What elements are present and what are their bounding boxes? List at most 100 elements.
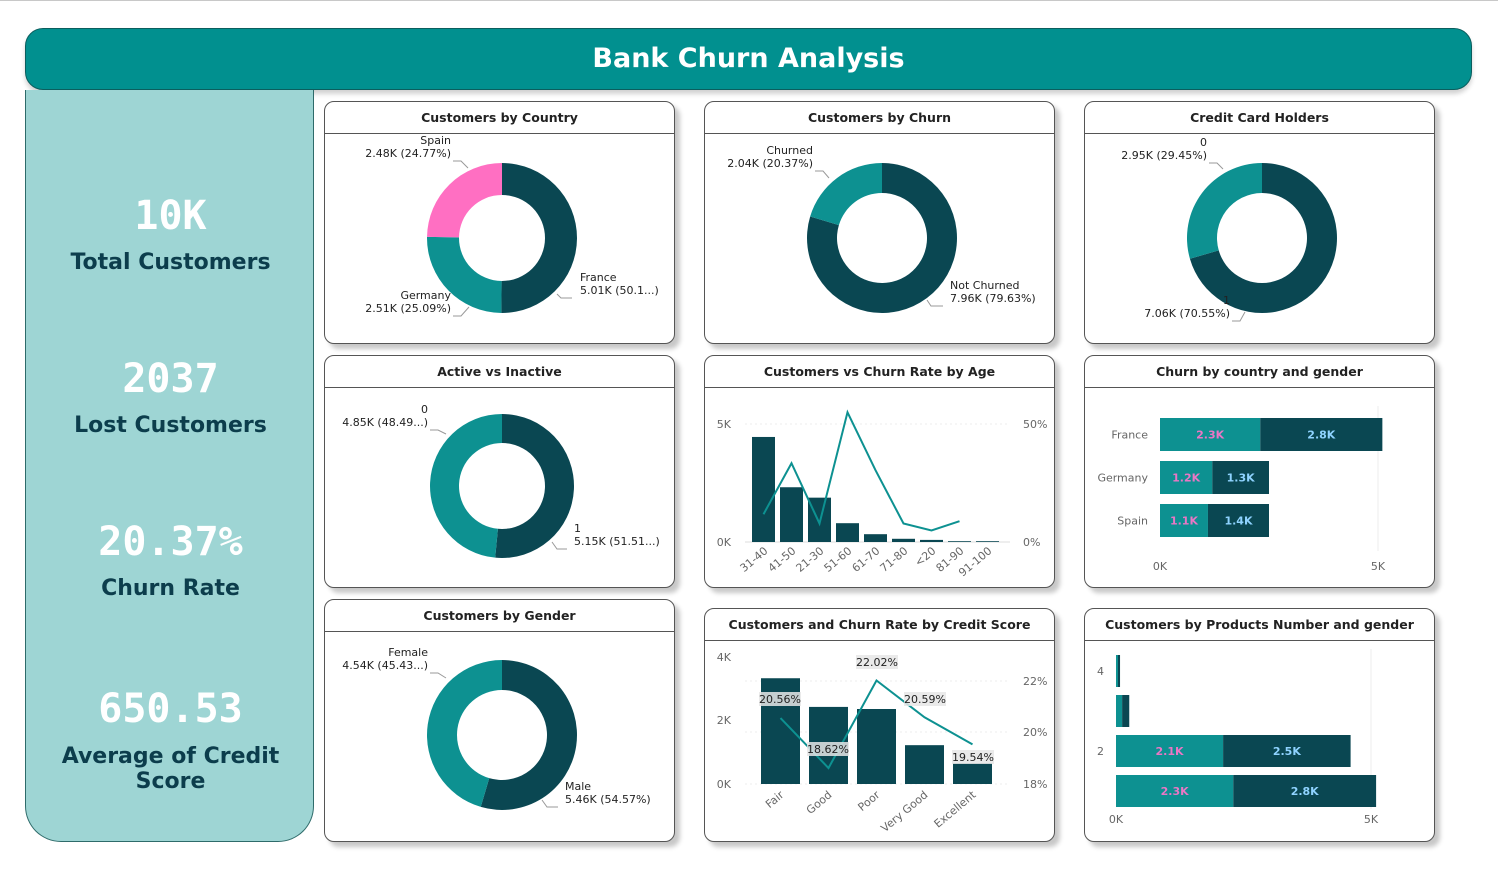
- dashboard-title: Bank Churn Analysis: [592, 43, 905, 74]
- top-divider: [0, 0, 1498, 1]
- x-tick-label: 21-30: [794, 544, 827, 575]
- card-customers-by-country[interactable]: Customers by Country France 5.01K (50.1..…: [324, 101, 675, 344]
- dashboard-header: Bank Churn Analysis: [25, 28, 1472, 90]
- bar-data-label: 1.1K: [1170, 515, 1198, 528]
- slice-category-label: Female: [388, 646, 428, 659]
- kpi-avg-credit-score-value: 650.53: [98, 686, 243, 732]
- slice-value-label: 2.04K (20.37%): [727, 157, 813, 170]
- stacked-bar-segment: [1116, 655, 1118, 687]
- line-data-label: 20.59%: [904, 693, 946, 706]
- y-tick-label: 4K: [717, 651, 732, 664]
- label-leader-line: [556, 293, 572, 299]
- bar-data-label: 2.8K: [1307, 429, 1335, 442]
- x-tick-label: 0K: [1153, 560, 1168, 573]
- line-data-label: 22.02%: [856, 656, 898, 669]
- credit-bar: [953, 763, 992, 784]
- churn-donut-chart: Not Churned7.96K (79.63%) Churned2.04K (2…: [727, 144, 1036, 313]
- active-donut-chart: 15.15K (51.51...) 04.85K (48.49...): [342, 403, 660, 558]
- kpi-churn-rate-label: Churn Rate: [101, 576, 240, 601]
- age-bar: [752, 436, 775, 542]
- slice-category-label: 1: [574, 522, 581, 535]
- credit-score-combo-chart: 4K 2K 0K 22% 20% 18% Fair Good PoorVery Good Exce…: [717, 651, 1048, 835]
- card-customers-by-churn[interactable]: Customers by Churn Not Churned 7.96K (79.…: [704, 101, 1055, 344]
- card-products-by-gender[interactable]: Customers by Products Number and gender …: [1084, 608, 1435, 842]
- slice-category-label: Not Churned: [950, 279, 1019, 292]
- y2-tick-label: 18%: [1023, 778, 1047, 791]
- slice-category-label: Churned: [766, 144, 813, 157]
- kpi-sidebar: 10K Total Customers 2037 Lost Customers …: [25, 90, 314, 842]
- x-tick-label: 31-40: [738, 544, 771, 575]
- bar-data-label: 2.5K: [1273, 745, 1301, 758]
- x-tick-label: Fair: [763, 788, 787, 811]
- slice-value-label: 7.96K (79.63%): [950, 292, 1036, 305]
- label-leader-line: [430, 672, 447, 679]
- age-bar: [892, 538, 915, 542]
- x-tick-label: Poor: [856, 788, 883, 814]
- slice-value-label: 2.51K (25.09%): [365, 302, 451, 315]
- card-customers-by-gender[interactable]: Customers by Gender Male 5.46K (54.57%) Fe…: [324, 599, 675, 842]
- x-tick-label: 0K: [1109, 813, 1124, 826]
- slice-category-label: 1: [1223, 294, 1230, 307]
- pie-slice-0: [1187, 163, 1262, 259]
- line-data-label: 19.54%: [952, 751, 994, 764]
- stacked-bar-segment: [1116, 695, 1123, 727]
- card-churn-by-credit-score[interactable]: Customers and Churn Rate by Credit Score…: [704, 608, 1055, 842]
- pie-slice-0: [429, 414, 502, 558]
- label-leader-line: [1209, 162, 1224, 170]
- slice-value-label: 2.48K (24.77%): [365, 147, 451, 160]
- pie-slice-france: [501, 163, 577, 313]
- pie-slice-1: [495, 414, 574, 558]
- kpi-churn-rate-value: 20.37%: [98, 519, 243, 565]
- y-tick-label: 2K: [717, 714, 732, 727]
- card-churn-by-age[interactable]: Customers vs Churn Rate by Age 5K 0K 50% 0%…: [704, 355, 1055, 588]
- card-churn-by-country-gender[interactable]: Churn by country and gender 0K 5K France 2.…: [1084, 355, 1435, 588]
- x-tick-label: 41-50: [766, 544, 799, 575]
- y-tick-label: 0K: [717, 778, 732, 791]
- pie-slice-churned: [810, 163, 882, 226]
- slice-category-label: Germany: [400, 289, 451, 302]
- age-combo-chart: 5K0K50%0%31-4041-5021-3051-6061-7071-80 <…: [717, 409, 1047, 579]
- bar-data-label: 2.1K: [1156, 745, 1184, 758]
- kpi-total-customers-value: 10K: [134, 193, 207, 239]
- slice-value-label: 5.15K (51.51...): [574, 535, 660, 548]
- slice-category-label: 0: [421, 403, 428, 416]
- y-category-label: France: [1111, 429, 1148, 442]
- x-tick-label: 71-80: [878, 544, 911, 575]
- slice-value-label: 5.01K (50.1...): [580, 284, 659, 297]
- credit-bar: [857, 709, 896, 784]
- x-tick-label: 5K: [1364, 813, 1379, 826]
- label-leader-line: [551, 541, 567, 550]
- y2-tick-label: 50%: [1023, 418, 1047, 431]
- kpi-avg-credit-score-label: Average of Credit Score: [61, 744, 280, 794]
- bar-data-label: 2.3K: [1161, 785, 1189, 798]
- bar-data-label: 1.3K: [1227, 472, 1255, 485]
- bar-data-label: 2.3K: [1196, 429, 1224, 442]
- x-tick-label: 51-60: [822, 544, 855, 575]
- label-leader-line: [453, 160, 469, 169]
- label-leader-line: [430, 429, 447, 435]
- age-bar: [976, 541, 999, 542]
- gender-donut-chart: Male5.46K (54.57%) Female4.54K (45.43...): [342, 646, 651, 810]
- x-tick-label: 61-70: [850, 544, 883, 575]
- label-leader-line: [815, 170, 830, 179]
- slice-value-label: 4.54K (45.43...): [342, 659, 428, 672]
- x-tick-label: Excellent: [932, 788, 979, 831]
- age-bar: [948, 541, 971, 542]
- stacked-bar-segment: [1122, 695, 1130, 727]
- country-donut-chart: France5.01K (50.1...) Germany2.51K (25.09…: [365, 134, 659, 317]
- slice-category-label: Spain: [420, 134, 451, 147]
- card-credit-card-holders[interactable]: Credit Card Holders 1 7.06K (70.55%) 0 2.95…: [1084, 101, 1435, 344]
- y-tick-label: 5K: [717, 418, 732, 431]
- age-bar: [780, 487, 803, 542]
- x-tick-label: Very Good: [878, 788, 930, 835]
- card-active-vs-inactive[interactable]: Active vs Inactive 1 5.15K (51.51...) 0 4.8…: [324, 355, 675, 588]
- credit-card-donut-chart: 17.06K (70.55%) 02.95K (29.45%): [1121, 136, 1337, 322]
- label-leader-line: [541, 799, 558, 808]
- country-gender-bar-chart: 0K 5K France 2.3K 2.8K Germany 1.2K 1.3K Spain 1.…: [1097, 406, 1386, 573]
- slice-category-label: France: [580, 271, 617, 284]
- line-data-label: 18.62%: [807, 743, 849, 756]
- products-gender-bar-chart: 0K 5K 4 2 2.1K 2.5K 2.3K 2.8K: [1097, 649, 1379, 826]
- label-leader-line: [926, 299, 943, 307]
- x-tick-label: 5K: [1371, 560, 1386, 573]
- slice-category-label: 0: [1200, 136, 1207, 149]
